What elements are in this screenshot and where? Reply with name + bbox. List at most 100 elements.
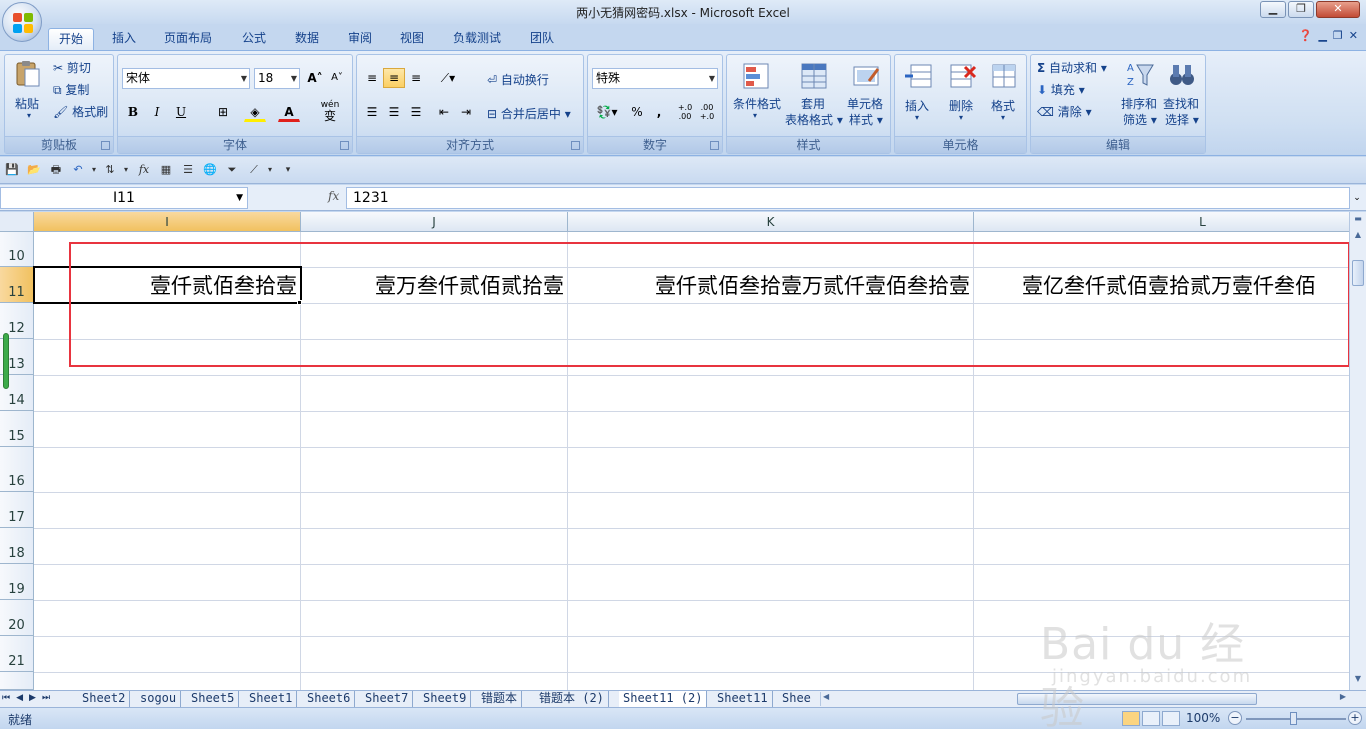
row-header-20[interactable]: 20	[0, 600, 34, 636]
fill-color-icon[interactable]: ◈	[244, 102, 266, 122]
horizontal-scrollbar[interactable]: ◀ ▶	[820, 692, 1348, 706]
number-launcher-icon[interactable]	[710, 141, 719, 150]
name-box[interactable]: I11 ▼	[0, 187, 248, 209]
horizontal-scroll-thumb[interactable]	[1017, 693, 1257, 705]
sheet-tab[interactable]: Sheet5	[187, 691, 240, 707]
delete-cells-button[interactable]: 删除	[949, 97, 973, 114]
cell-styles-icon[interactable]	[851, 61, 881, 91]
zoom-slider[interactable]	[1246, 712, 1346, 725]
customize-toolbar-icon[interactable]: ▾	[280, 162, 296, 178]
sheet-tab-active[interactable]: Sheet11 (2)	[619, 691, 708, 707]
font-color-button[interactable]: A	[278, 102, 300, 122]
formula-input[interactable]: 1231	[346, 187, 1350, 209]
scroll-right-icon[interactable]: ▶	[1340, 692, 1346, 701]
last-sheet-icon[interactable]: ⏭	[42, 691, 50, 706]
table-format-label-1[interactable]: 套用	[801, 95, 825, 112]
save-icon[interactable]: 💾	[4, 162, 20, 178]
column-header-K[interactable]: K	[568, 212, 974, 232]
zoom-level[interactable]: 100%	[1186, 711, 1220, 725]
cell-styles-label-1[interactable]: 单元格	[847, 95, 883, 112]
scroll-down-icon[interactable]: ▼	[1352, 674, 1364, 683]
paste-dropdown-icon[interactable]: ▾	[27, 111, 31, 120]
prev-sheet-icon[interactable]: ◀	[16, 691, 23, 706]
autosum-button[interactable]: Σ 自动求和 ▾	[1037, 59, 1107, 76]
row-header-21[interactable]: 21	[0, 636, 34, 672]
tab-formulas[interactable]: 公式	[232, 28, 276, 50]
tab-home[interactable]: 开始	[48, 28, 95, 50]
form-icon[interactable]: ☰	[180, 162, 196, 178]
open-folder-icon[interactable]: 📂	[26, 162, 42, 178]
shrink-font-button[interactable]: A˅	[326, 68, 348, 88]
font-name-select[interactable]: 宋体 ▼	[122, 68, 250, 89]
currency-icon[interactable]: 💱▾	[592, 102, 622, 122]
zoom-slider-knob[interactable]	[1290, 712, 1297, 725]
align-center-icon[interactable]: ☰	[383, 102, 405, 122]
fill-button[interactable]: ⬇ 填充 ▾	[1037, 81, 1085, 98]
globe-icon[interactable]: 🌐	[202, 162, 218, 178]
increase-indent-icon[interactable]: ⇥	[455, 102, 477, 122]
orientation-icon[interactable]: ⟋▾	[433, 68, 463, 88]
column-header-J[interactable]: J	[301, 212, 568, 232]
expand-formula-bar-icon[interactable]: ⌄	[1350, 188, 1364, 208]
sort-icon[interactable]: ⇅	[102, 162, 118, 178]
minimize-icon[interactable]: ▁	[1260, 1, 1286, 18]
clear-button[interactable]: ⌫ 清除 ▾	[1037, 103, 1092, 120]
sheet-tab[interactable]: 错题本	[477, 691, 523, 707]
increase-decimal-button[interactable]: +.0 .00	[674, 102, 696, 122]
decrease-decimal-button[interactable]: .00 +.0	[696, 102, 718, 122]
align-top-icon[interactable]: ≡	[361, 68, 383, 88]
column-header-L[interactable]: L	[974, 212, 1349, 232]
normal-view-icon[interactable]	[1122, 711, 1140, 726]
number-format-select[interactable]: 特殊 ▼	[592, 68, 718, 89]
font-launcher-icon[interactable]	[340, 141, 349, 150]
tab-insert[interactable]: 插入	[102, 28, 146, 50]
split-handle-icon[interactable]: ▬	[1352, 214, 1364, 223]
delete-cells-icon[interactable]	[947, 61, 977, 91]
sheet-tab[interactable]: sogou	[136, 691, 182, 707]
office-button[interactable]	[2, 2, 42, 42]
tab-team[interactable]: 团队	[520, 28, 564, 50]
undo-icon[interactable]: ↶	[70, 162, 86, 178]
decrease-indent-icon[interactable]: ⇤	[433, 102, 455, 122]
binoculars-icon[interactable]	[1167, 59, 1197, 89]
table-format-label-2[interactable]: 表格格式 ▾	[785, 111, 843, 128]
insert-function-button[interactable]: fx	[328, 189, 339, 203]
vertical-scrollbar[interactable]: ▬ ▲ ▼	[1349, 212, 1366, 690]
align-bottom-icon[interactable]: ≡	[405, 68, 427, 88]
zoom-in-button[interactable]: +	[1348, 711, 1362, 725]
format-cells-button[interactable]: 格式	[991, 97, 1015, 114]
tab-load-test[interactable]: 负载测试	[443, 28, 511, 50]
row-header-22[interactable]	[0, 672, 34, 690]
italic-button[interactable]: I	[146, 102, 168, 122]
phonetic-button[interactable]: wén 变	[314, 99, 346, 123]
restore-icon[interactable]: ❐	[1288, 1, 1314, 18]
tab-page-layout[interactable]: 页面布局	[154, 28, 222, 50]
close-icon[interactable]: ✕	[1316, 1, 1360, 18]
sheet-tab[interactable]: 错题本 (2)	[535, 691, 609, 707]
copy-button[interactable]: ⧉ 复制	[53, 81, 89, 98]
conditional-format-button[interactable]: 条件格式	[733, 95, 781, 112]
tab-view[interactable]: 视图	[390, 28, 434, 50]
paste-button[interactable]: 粘贴	[15, 95, 39, 112]
insert-cells-icon[interactable]	[903, 61, 933, 91]
clear-formats-icon[interactable]: ⟋	[246, 162, 262, 178]
tab-review[interactable]: 审阅	[338, 28, 382, 50]
align-middle-icon[interactable]: ≡	[383, 68, 405, 88]
ribbon-minimize-icon[interactable]: ▁	[1318, 29, 1326, 42]
sheet-tab[interactable]: Shee	[778, 691, 818, 707]
sort-dropdown-icon[interactable]: ▾	[118, 162, 134, 178]
ribbon-close-icon[interactable]: ✕	[1349, 29, 1358, 42]
bold-button[interactable]: B	[122, 102, 144, 122]
sheet-tab[interactable]: Sheet2	[78, 691, 131, 707]
worksheet-grid[interactable]: I J K L 10 11 12 13 14 15 16 17 18 19 20…	[0, 212, 1349, 690]
insert-cells-button[interactable]: 插入	[905, 97, 929, 114]
grow-font-button[interactable]: A˄	[304, 68, 326, 88]
vertical-scroll-thumb[interactable]	[1352, 260, 1364, 286]
row-header-16[interactable]: 16	[0, 447, 34, 492]
sheet-tab[interactable]: Sheet6	[303, 691, 356, 707]
conditional-format-icon[interactable]	[741, 61, 771, 91]
ribbon-restore-icon[interactable]: ❐	[1333, 29, 1343, 42]
wrap-text-button[interactable]: ⏎ 自动换行	[487, 71, 549, 88]
sort-filter-label-2[interactable]: 筛选 ▾	[1123, 111, 1157, 128]
row-header-15[interactable]: 15	[0, 411, 34, 447]
